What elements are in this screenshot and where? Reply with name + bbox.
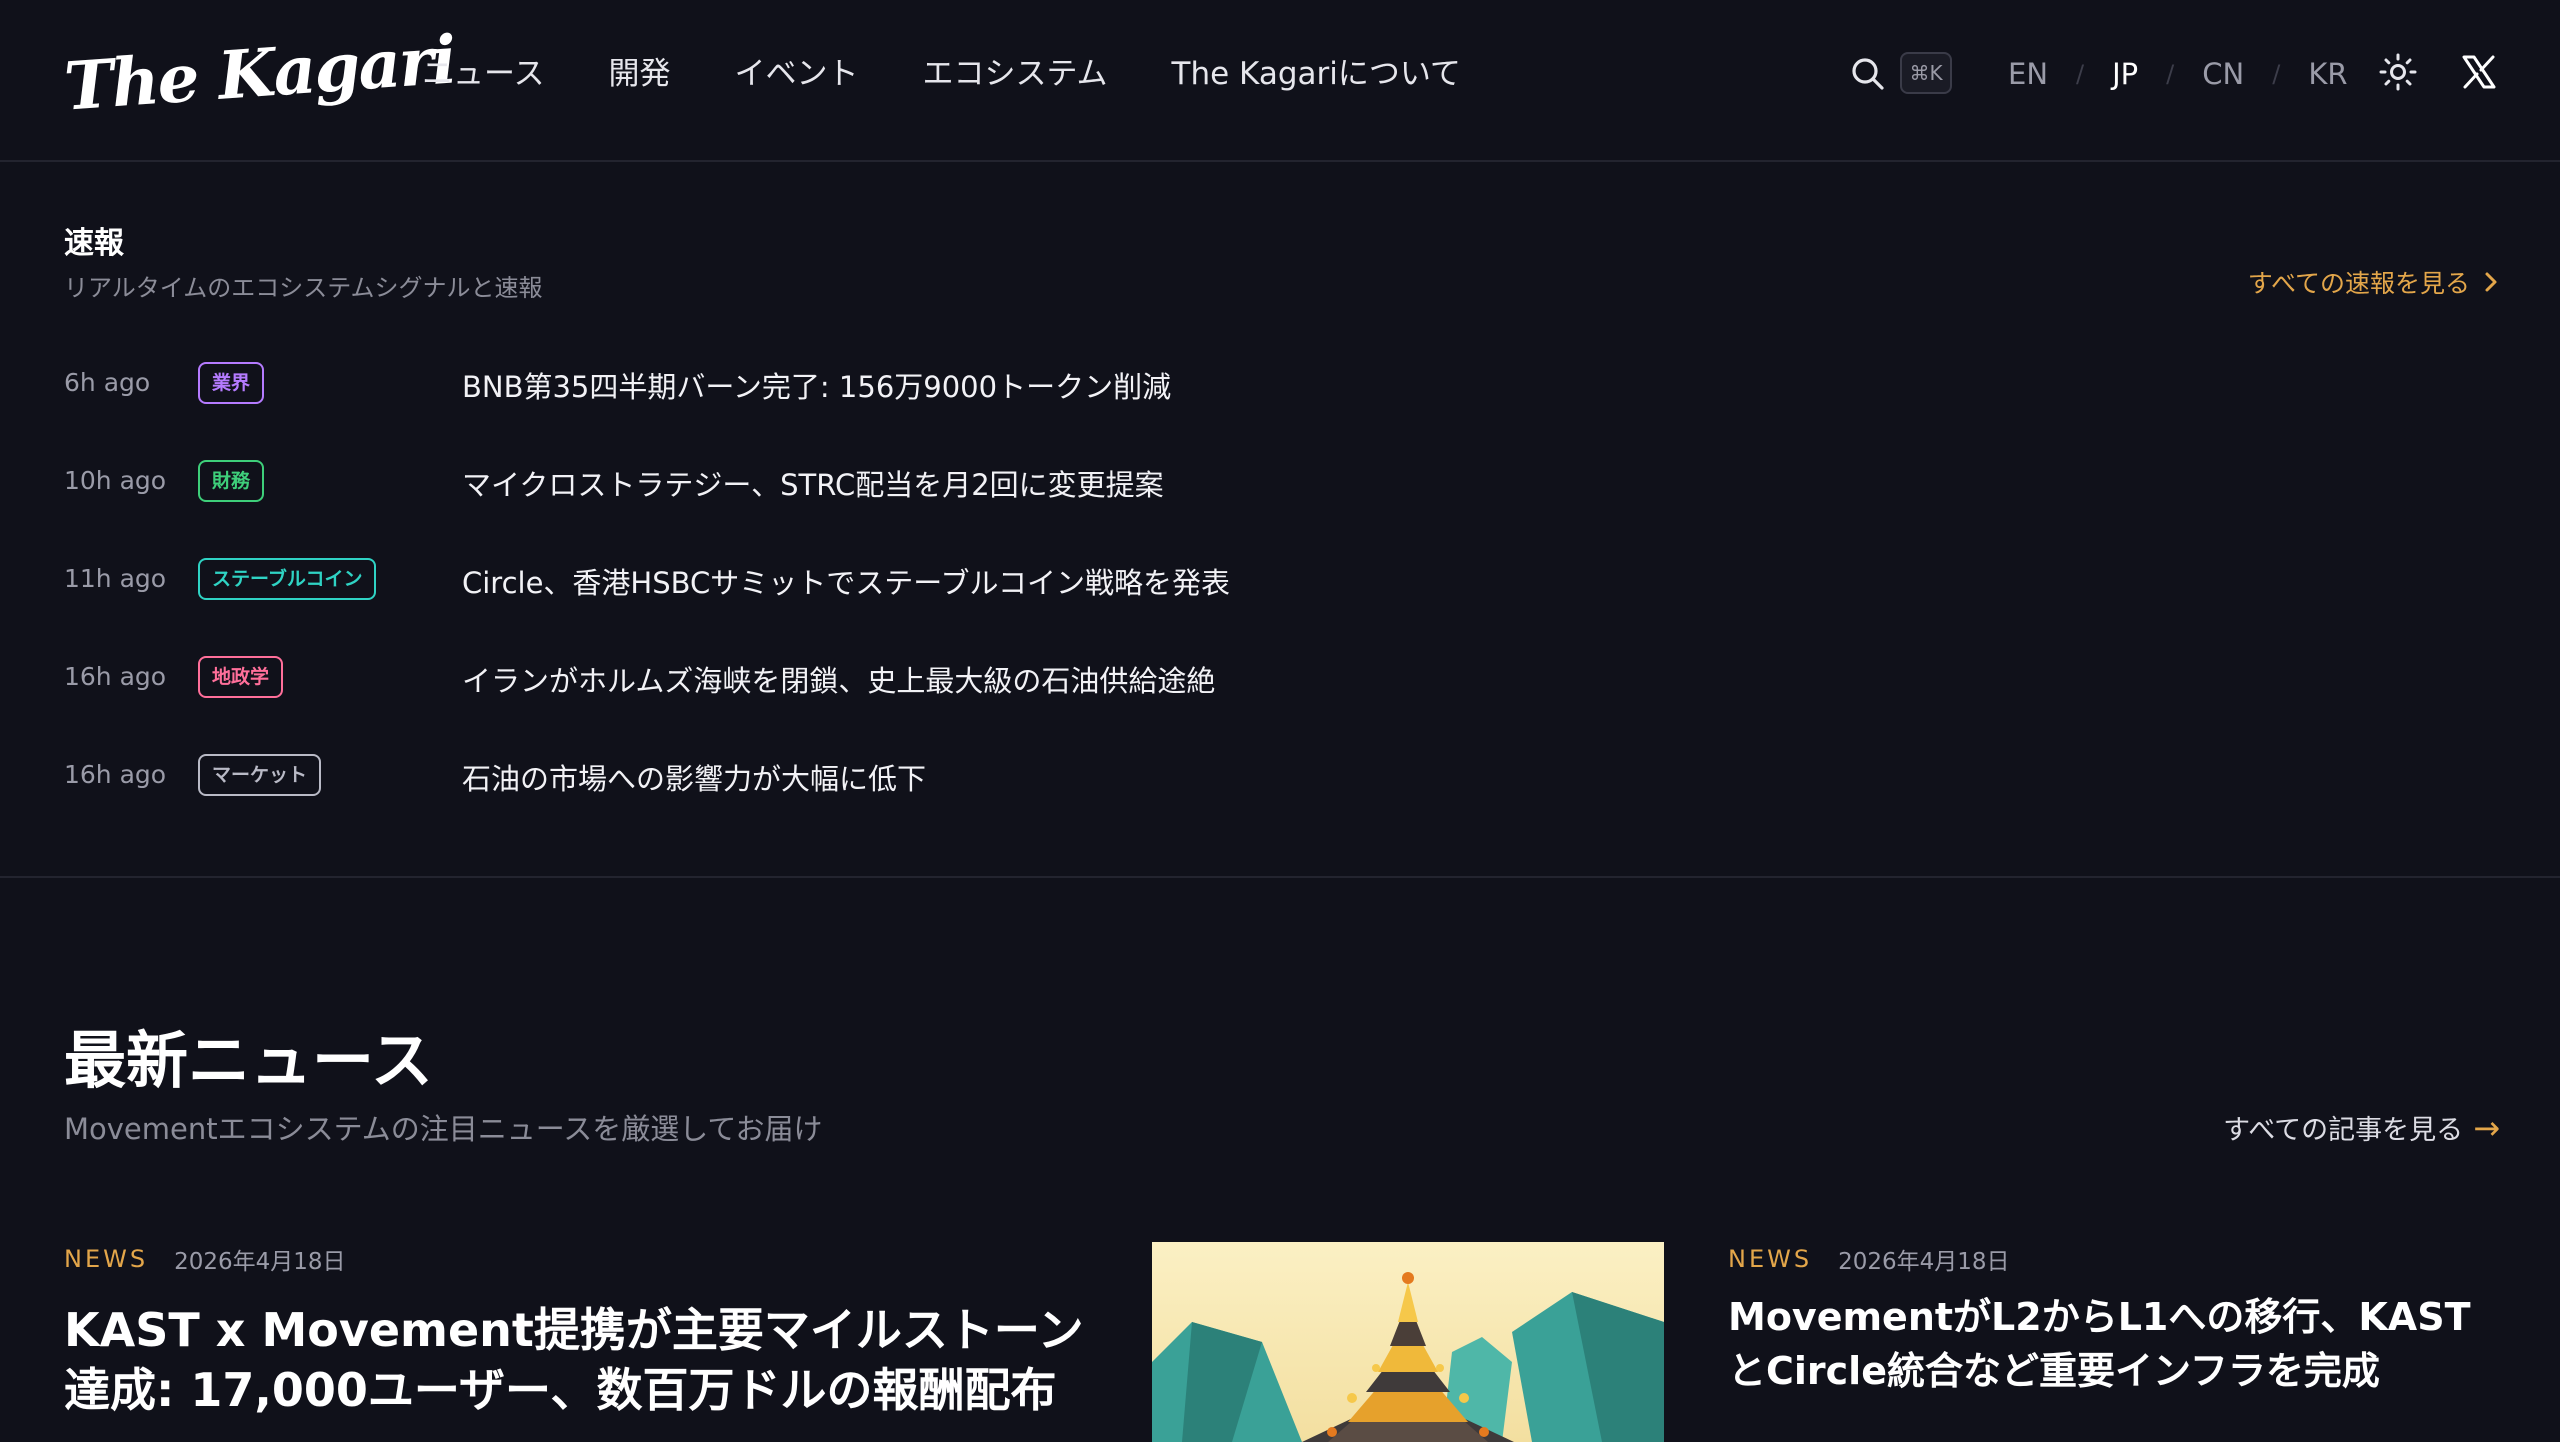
breaking-tag-badge: マーケット (198, 754, 322, 796)
breaking-item[interactable]: 16h ago マーケット 石油の市場への影響力が大幅に低下 (64, 746, 2464, 806)
x-social-link[interactable] (2460, 53, 2498, 91)
temple-illustration (1152, 1242, 1664, 1442)
nav-item-events[interactable]: イベント (734, 50, 858, 98)
see-all-articles-label: すべての記事を見る (2223, 1115, 2464, 1146)
breaking-subtitle: リアルタイムのエコシステムシグナルと速報 (64, 274, 543, 302)
latest-news-subtitle: Movementエコシステムの注目ニュースを厳選してお届け (64, 1112, 823, 1146)
chevron-right-icon (2485, 272, 2497, 292)
nav-item-ecosystem[interactable]: エコシステム (922, 50, 1107, 98)
search-shortcut-badge: ⌘K (1900, 52, 1952, 94)
breaking-title: 速報 (64, 226, 124, 261)
arrow-right-icon: → (2473, 1108, 2500, 1147)
search-icon (1852, 58, 1884, 90)
featured-article-title[interactable]: KAST x Movement提携が主要マイルストーン達成: 17,000ユーザ… (64, 1300, 1104, 1420)
main-nav: ニュース 開発 イベント エコシステム The Kagariについて (422, 50, 1461, 98)
site-header: The Kagari ニュース 開発 イベント エコシステム The Kagar… (0, 0, 2560, 162)
lang-cn[interactable]: CN (2202, 50, 2244, 98)
nav-item-about[interactable]: The Kagariについて (1172, 50, 1461, 98)
lang-separator: / (2166, 60, 2175, 88)
nav-item-news[interactable]: ニュース (422, 50, 544, 98)
featured-article-meta: NEWS 2026年4月18日 (64, 1242, 346, 1276)
breaking-time: 16h ago (64, 662, 167, 691)
search-button[interactable] (1848, 54, 1888, 94)
breaking-time: 10h ago (64, 466, 167, 495)
breaking-headline[interactable]: イランがホルムズ海峡を閉鎖、史上最大級の石油供給途絶 (462, 658, 1215, 700)
site-logo[interactable]: The Kagari (61, 14, 457, 131)
nav-item-development[interactable]: 開発 (608, 50, 670, 98)
latest-news-title: 最新ニュース (64, 1024, 433, 1097)
breaking-headline[interactable]: 石油の市場への影響力が大幅に低下 (462, 756, 926, 798)
breaking-tag-badge: 財務 (198, 460, 265, 502)
breaking-news-section: 速報 リアルタイムのエコシステムシグナルと速報 すべての速報を見る 6h ago… (0, 164, 2560, 878)
breaking-item[interactable]: 16h ago 地政学 イランがホルムズ海峡を閉鎖、史上最大級の石油供給途絶 (64, 648, 2464, 708)
article-date: 2026年4月18日 (1838, 1249, 2010, 1275)
featured-article-image[interactable] (1152, 1242, 1664, 1442)
theme-toggle-button[interactable] (2378, 52, 2418, 92)
x-logo-icon (2462, 55, 2496, 89)
see-all-articles-link[interactable]: すべての記事を見る → (2223, 1108, 2500, 1147)
breaking-tag-badge: 業界 (198, 362, 265, 404)
see-all-breaking-label: すべての速報を見る (2247, 269, 2470, 298)
breaking-tag-badge: ステーブルコイン (198, 558, 377, 600)
side-article-meta: NEWS 2026年4月18日 (1728, 1242, 2010, 1276)
sun-icon (2379, 53, 2417, 91)
lang-separator: / (2272, 60, 2281, 88)
breaking-headline[interactable]: マイクロストラテジー、STRC配当を月2回に変更提案 (462, 462, 1164, 504)
article-category: NEWS (1728, 1245, 1813, 1273)
article-date: 2026年4月18日 (174, 1249, 346, 1275)
side-article-title[interactable]: MovementがL2からL1への移行、KASTとCircle統合など重要インフ… (1728, 1290, 2508, 1398)
lang-en[interactable]: EN (2008, 50, 2048, 98)
breaking-tag-badge: 地政学 (198, 656, 284, 698)
latest-news-section: 最新ニュース Movementエコシステムの注目ニュースを厳選してお届け すべて… (0, 880, 2560, 1442)
lang-kr[interactable]: KR (2308, 50, 2347, 98)
breaking-headline[interactable]: BNB第35四半期バーン完了: 156万9000トークン削減 (462, 364, 1171, 406)
breaking-time: 11h ago (64, 564, 167, 593)
breaking-time: 16h ago (64, 760, 167, 789)
breaking-headline[interactable]: Circle、香港HSBCサミットでステーブルコイン戦略を発表 (462, 560, 1230, 602)
see-all-breaking-link[interactable]: すべての速報を見る (2248, 264, 2500, 300)
breaking-item[interactable]: 10h ago 財務 マイクロストラテジー、STRC配当を月2回に変更提案 (64, 452, 2464, 512)
breaking-item[interactable]: 6h ago 業界 BNB第35四半期バーン完了: 156万9000トークン削減 (64, 354, 2464, 414)
lang-separator: / (2076, 60, 2085, 88)
breaking-time: 6h ago (64, 368, 151, 397)
article-category: NEWS (64, 1245, 149, 1273)
lang-jp[interactable]: JP (2112, 50, 2138, 98)
breaking-item[interactable]: 11h ago ステーブルコイン Circle、香港HSBCサミットでステーブル… (64, 550, 2464, 610)
language-switcher: EN / JP / CN / KR (2008, 50, 2347, 98)
